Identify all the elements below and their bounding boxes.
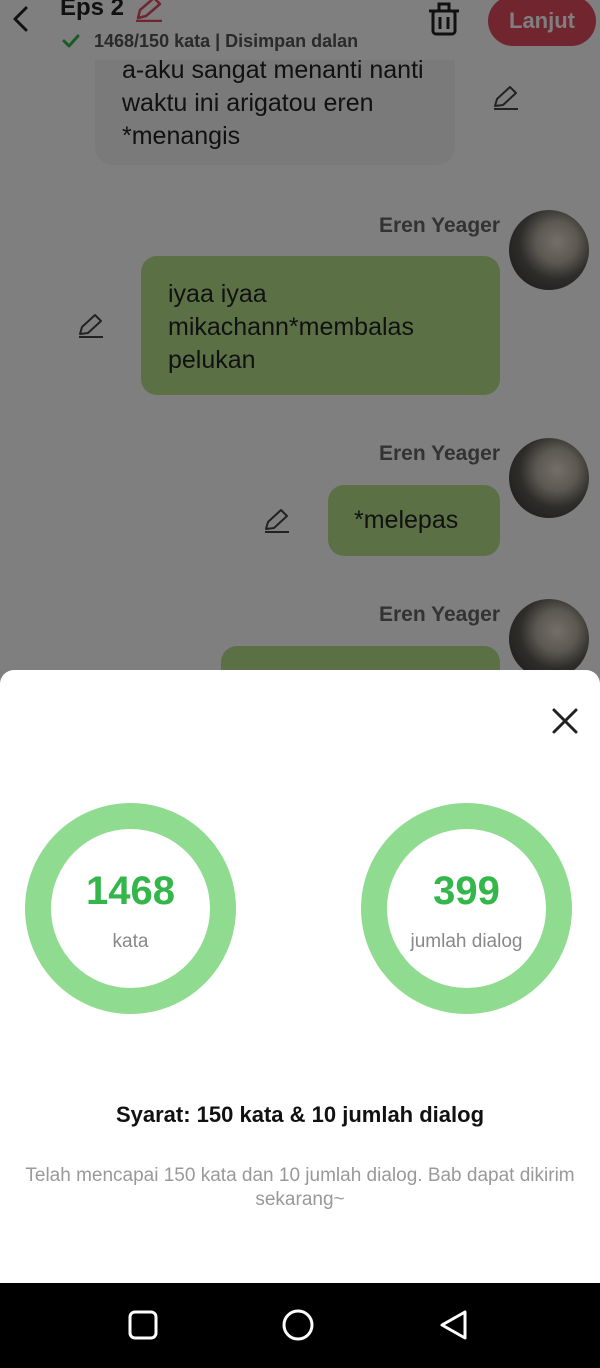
home-circle-icon[interactable] (280, 1307, 316, 1343)
dialog-count-value: 399 (433, 869, 500, 913)
ring-center: 399 jumlah dialog (387, 829, 546, 988)
recents-square-icon[interactable] (125, 1307, 161, 1343)
system-nav-bar (0, 1283, 600, 1368)
stats-bottom-sheet: 1468 kata 399 jumlah dialog Syarat: 150 … (0, 670, 600, 1283)
back-triangle-icon[interactable] (436, 1307, 472, 1343)
close-icon[interactable] (548, 704, 582, 738)
word-count-ring: 1468 kata (25, 803, 236, 1014)
requirement-note: Telah mencapai 150 kata dan 10 jumlah di… (25, 1165, 575, 1210)
requirement-title: Syarat: 150 kata & 10 jumlah dialog (115, 1102, 485, 1127)
word-count-value: 1468 (86, 869, 175, 913)
dialog-count-ring: 399 jumlah dialog (361, 803, 572, 1014)
dialog-count-label: jumlah dialog (410, 931, 523, 952)
ring-center: 1468 kata (51, 829, 210, 988)
word-count-label: kata (112, 931, 149, 952)
